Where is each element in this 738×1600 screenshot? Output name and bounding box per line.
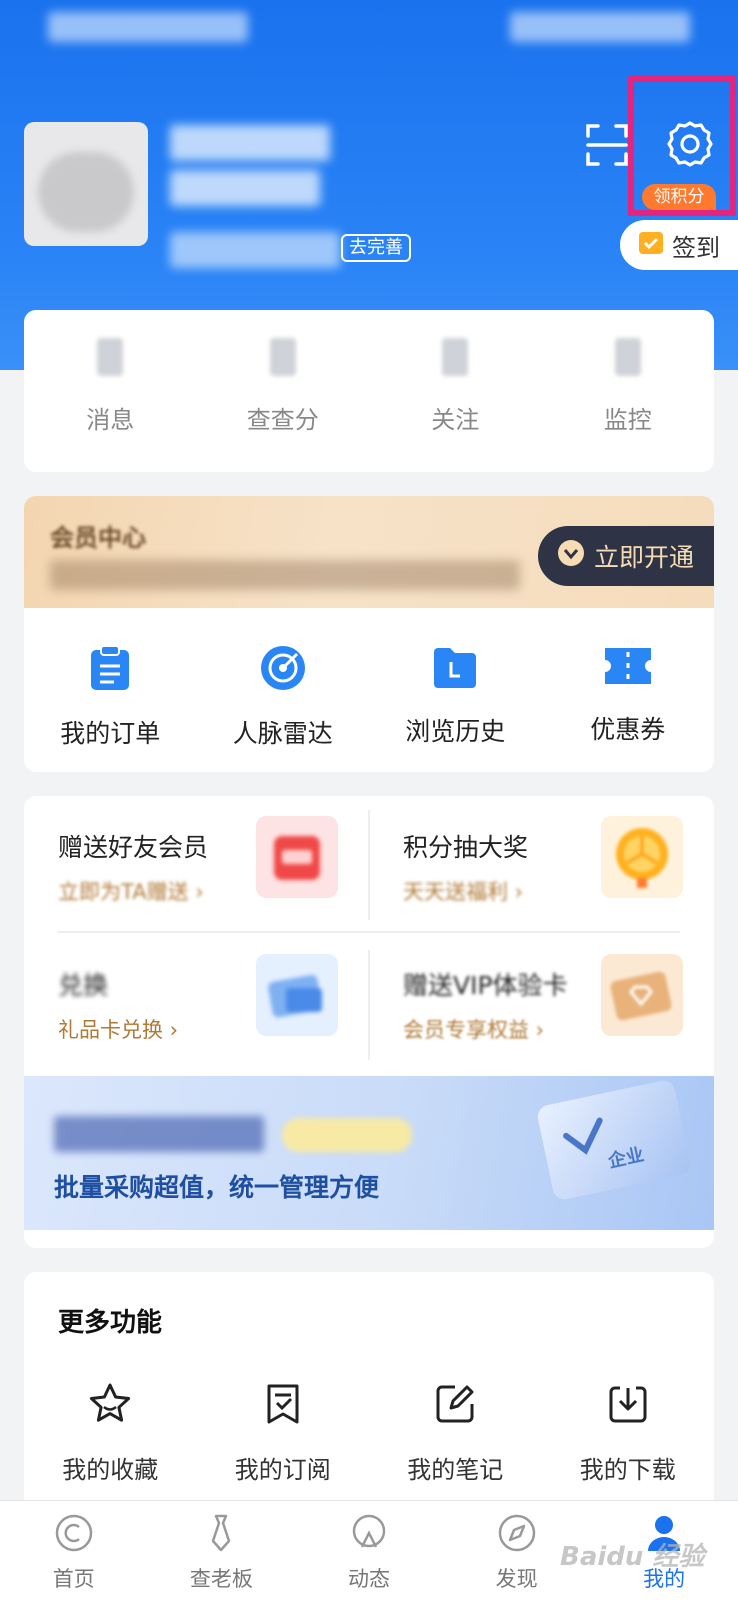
more-item-subscriptions[interactable]: 我的订阅	[197, 1382, 370, 1485]
gift-lottery[interactable]: 积分抽大奖 天天送福利 ›	[369, 796, 714, 926]
watermark: Baidu 经验	[560, 1542, 705, 1572]
divider	[58, 931, 680, 933]
more-item-label: 我的笔记	[407, 1456, 504, 1484]
vip-crown-icon	[556, 538, 586, 574]
tab-feed[interactable]: 动态	[295, 1501, 443, 1600]
tie-icon	[201, 1513, 241, 1557]
vip-item-orders[interactable]: 我的订单	[24, 644, 197, 750]
vip-title: 会员中心	[50, 524, 146, 552]
edit-icon	[433, 1382, 477, 1430]
enterprise-banner[interactable]: 批量采购超值，统一管理方便 企业	[24, 1076, 714, 1230]
quick-item-score[interactable]: 查查分	[197, 338, 370, 435]
avatar[interactable]	[24, 122, 148, 246]
more-item-label: 我的下载	[579, 1456, 676, 1484]
compass-icon	[497, 1513, 537, 1557]
complete-profile-badge[interactable]: 去完善	[341, 234, 411, 262]
gift-box-icon	[256, 816, 338, 898]
gift-subtitle: 天天送福利 ›	[403, 880, 524, 904]
checkin-button[interactable]: 签到	[620, 220, 738, 270]
vip-item-coupons[interactable]: 优惠券	[542, 644, 715, 750]
enterprise-subtitle: 批量采购超值，统一管理方便	[54, 1173, 380, 1202]
feed-icon	[349, 1513, 389, 1557]
lottery-wheel-icon	[601, 816, 683, 898]
clipboard-icon	[88, 644, 132, 696]
gift-subtitle: 礼品卡兑换 ›	[58, 1018, 179, 1042]
checkin-label: 签到	[672, 233, 720, 262]
more-functions-card: 更多功能 我的收藏 我的订阅 我的笔记 我的下载	[24, 1272, 714, 1512]
gift-title: 积分抽大奖	[403, 833, 529, 862]
vip-item-radar[interactable]: 人脉雷达	[197, 644, 370, 750]
gift-redeem[interactable]: 兑换 礼品卡兑换 ›	[24, 934, 369, 1064]
more-item-favorites[interactable]: 我的收藏	[24, 1382, 197, 1485]
divider	[368, 810, 370, 920]
gift-title: 赠送VIP体验卡	[403, 971, 568, 1000]
folder-icon	[432, 644, 478, 694]
enterprise-card-icon: 企业	[535, 1078, 693, 1202]
user-tag	[170, 170, 320, 206]
monitor-icon	[614, 338, 641, 376]
gift-subtitle: 会员专享权益 ›	[403, 1018, 545, 1042]
gift-card-icon	[256, 954, 338, 1036]
quick-item-follow[interactable]: 关注	[369, 338, 542, 435]
radar-icon	[259, 644, 307, 696]
home-icon	[54, 1513, 94, 1557]
more-item-notes[interactable]: 我的笔记	[369, 1382, 542, 1485]
gift-friend-vip[interactable]: 赠送好友会员 立即为TA赠送 ›	[24, 796, 369, 926]
gift-title: 赠送好友会员	[58, 833, 209, 862]
status-bar-left	[48, 12, 248, 42]
ticket-icon	[603, 644, 653, 692]
gift-title: 兑换	[58, 971, 109, 1000]
enterprise-title	[54, 1116, 264, 1152]
tab-boss[interactable]: 查老板	[148, 1501, 296, 1600]
open-vip-label: 立即开通	[594, 543, 695, 572]
tab-label: 首页	[52, 1567, 95, 1591]
settings-highlight-box	[628, 76, 736, 216]
quick-label: 监控	[603, 406, 652, 434]
user-info	[170, 232, 340, 268]
more-item-downloads[interactable]: 我的下载	[542, 1382, 715, 1485]
gift-vip-trial[interactable]: 赠送VIP体验卡 会员专享权益 ›	[369, 934, 714, 1064]
quick-label: 消息	[86, 406, 135, 434]
quick-label: 查查分	[246, 406, 319, 434]
more-item-label: 我的收藏	[62, 1456, 159, 1484]
enterprise-tag	[282, 1118, 412, 1152]
tab-label: 查老板	[189, 1567, 253, 1591]
calendar-check-icon	[638, 229, 664, 261]
star-icon	[88, 1382, 132, 1430]
more-item-label: 我的订阅	[234, 1456, 331, 1484]
vip-item-label: 优惠券	[590, 715, 666, 744]
bookmark-check-icon	[261, 1382, 305, 1430]
tab-label: 动态	[347, 1567, 390, 1591]
quick-item-messages[interactable]: 消息	[24, 338, 197, 435]
benefits-card: 赠送好友会员 立即为TA赠送 › 积分抽大奖 天天送福利 › 兑换 礼品卡兑换 …	[24, 796, 714, 1248]
vip-card: 会员中心 立即开通 我的订单 人脉雷达 浏览历史 优惠券	[24, 496, 714, 772]
username	[170, 125, 330, 161]
tab-home[interactable]: 首页	[0, 1501, 148, 1600]
section-title: 更多功能	[58, 1308, 163, 1338]
gift-subtitle: 立即为TA赠送 ›	[58, 880, 204, 904]
vip-item-label: 我的订单	[60, 719, 161, 748]
download-icon	[606, 1382, 650, 1430]
vip-item-label: 浏览历史	[405, 717, 506, 746]
divider	[368, 950, 370, 1060]
quick-item-monitor[interactable]: 监控	[542, 338, 715, 435]
vip-trial-card-icon	[601, 954, 683, 1036]
tab-label: 发现	[495, 1567, 538, 1591]
message-icon	[97, 338, 124, 376]
quick-actions-card: 消息 查查分 关注 监控	[24, 310, 714, 472]
scan-icon[interactable]	[584, 122, 630, 168]
vip-item-label: 人脉雷达	[232, 719, 333, 748]
vip-banner[interactable]: 会员中心 立即开通	[24, 496, 714, 608]
quick-label: 关注	[431, 406, 480, 434]
follow-icon	[442, 338, 469, 376]
score-icon	[269, 338, 296, 376]
vip-item-history[interactable]: 浏览历史	[369, 644, 542, 750]
open-vip-button[interactable]: 立即开通	[538, 526, 714, 586]
status-bar-right	[510, 12, 690, 42]
vip-description	[50, 560, 520, 590]
